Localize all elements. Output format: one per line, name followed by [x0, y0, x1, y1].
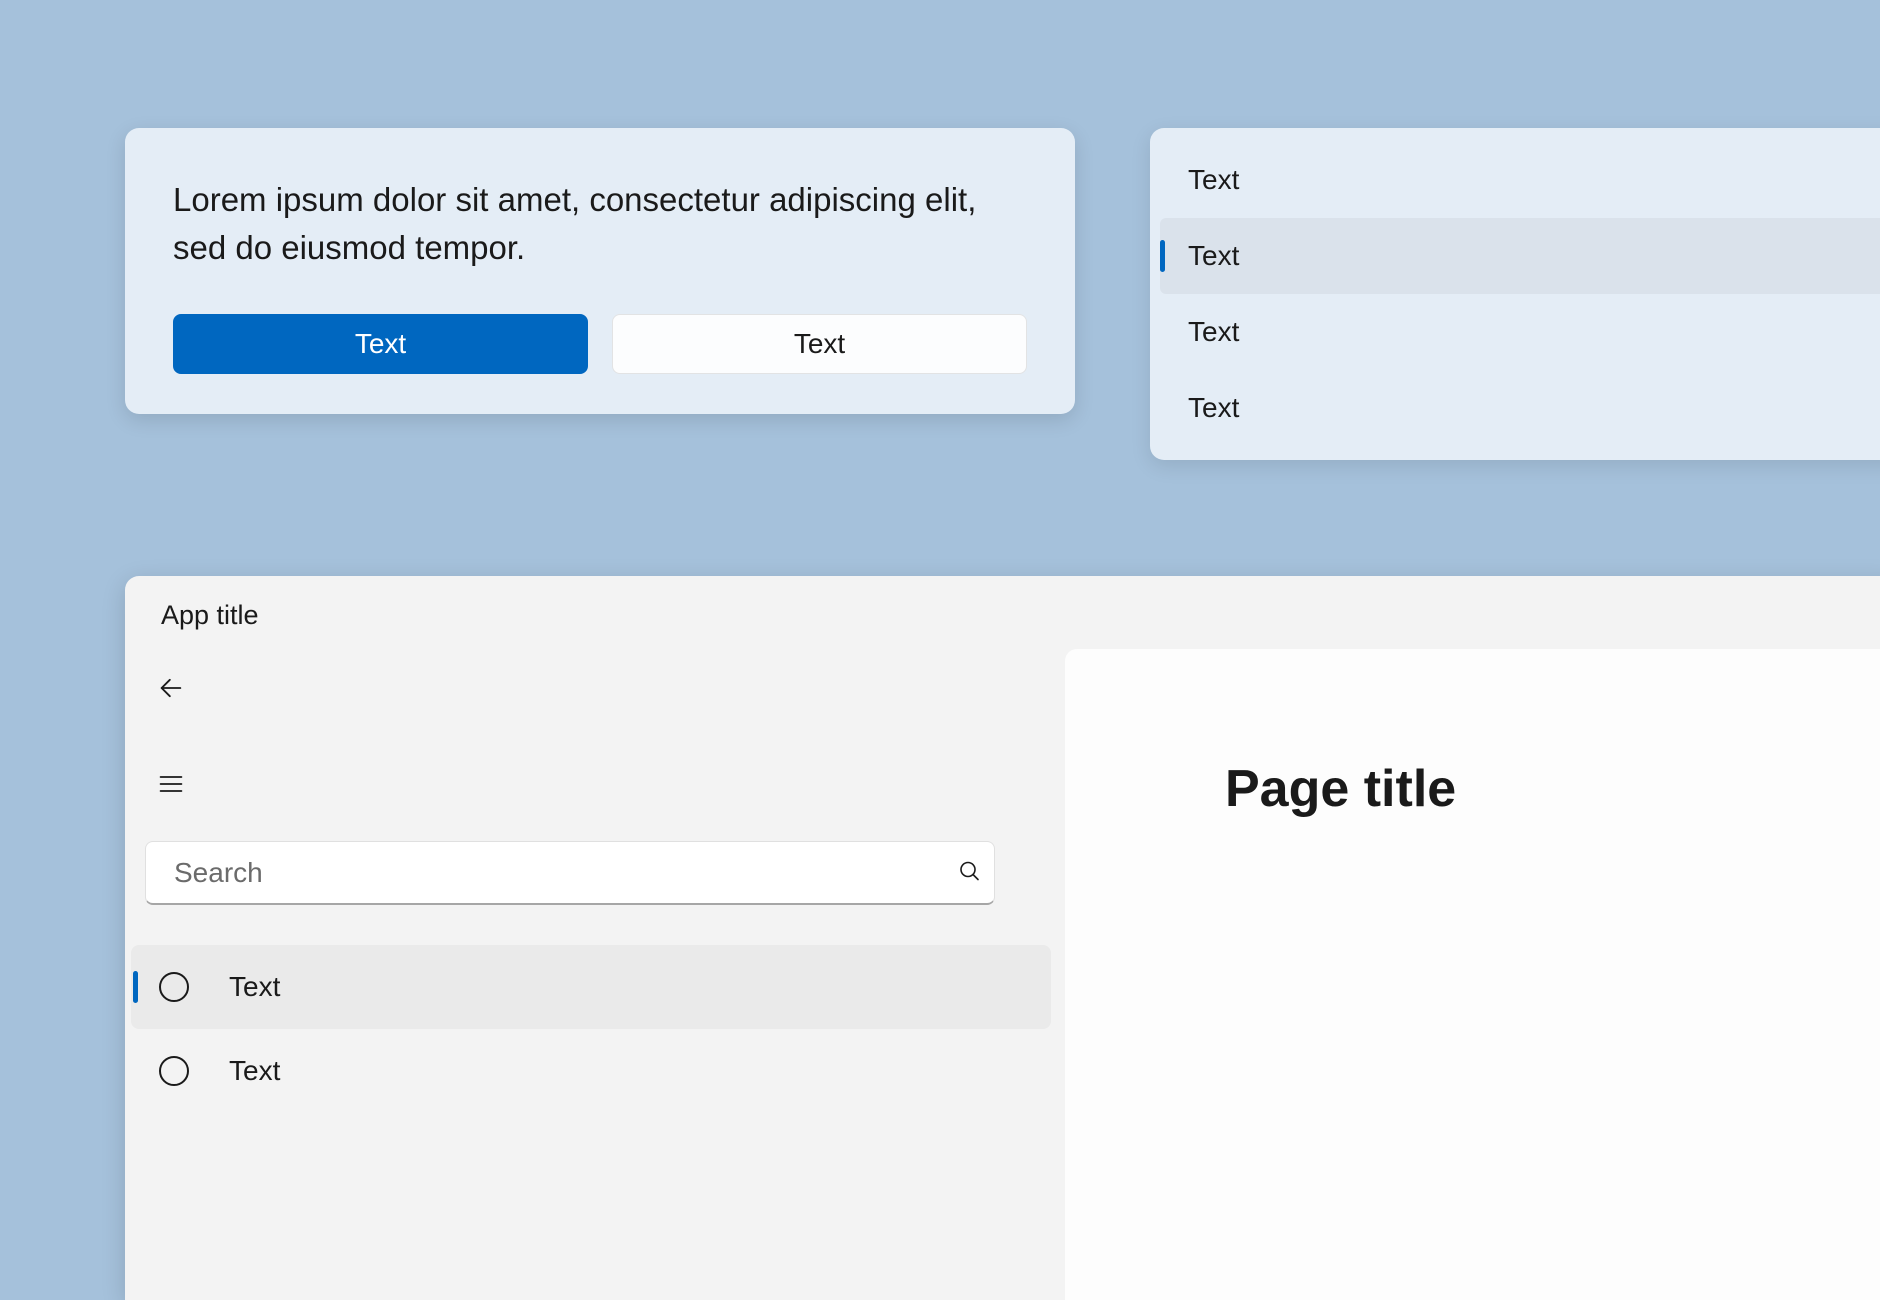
list-item-label: Text — [1188, 316, 1239, 348]
app-title: App title — [125, 576, 1880, 649]
nav-item[interactable]: Text — [131, 1029, 1051, 1113]
list-item[interactable]: Text — [1150, 370, 1880, 446]
dialog-button-row: Text Text — [173, 314, 1027, 374]
list-item[interactable]: Text — [1160, 218, 1880, 294]
app-window: App title — [125, 576, 1880, 1300]
dialog-primary-button[interactable]: Text — [173, 314, 588, 374]
circle-icon — [159, 972, 189, 1002]
sidebar: Text Text — [125, 649, 1065, 1300]
content-pane: Page title — [1065, 649, 1880, 1300]
nav-item-label: Text — [229, 971, 280, 1003]
circle-icon — [159, 1056, 189, 1086]
page-title: Page title — [1225, 759, 1880, 819]
list-item-label: Text — [1188, 392, 1239, 424]
app-body: Text Text Page title — [125, 649, 1880, 1300]
nav-item-label: Text — [229, 1055, 280, 1087]
list-item-label: Text — [1188, 164, 1239, 196]
search-input[interactable] — [145, 841, 995, 905]
list-item-label: Text — [1188, 240, 1239, 272]
back-button[interactable] — [143, 661, 199, 717]
dialog-message: Lorem ipsum dolor sit amet, consectetur … — [173, 176, 1027, 272]
search-box — [145, 841, 1045, 905]
list-item[interactable]: Text — [1150, 294, 1880, 370]
list-item[interactable]: Text — [1150, 142, 1880, 218]
dialog-card: Lorem ipsum dolor sit amet, consectetur … — [125, 128, 1075, 414]
hamburger-button[interactable] — [143, 757, 199, 813]
nav-item[interactable]: Text — [131, 945, 1051, 1029]
dialog-secondary-button[interactable]: Text — [612, 314, 1027, 374]
hamburger-icon — [157, 770, 185, 801]
arrow-left-icon — [157, 674, 185, 705]
list-panel: Text Text Text Text — [1150, 128, 1880, 460]
